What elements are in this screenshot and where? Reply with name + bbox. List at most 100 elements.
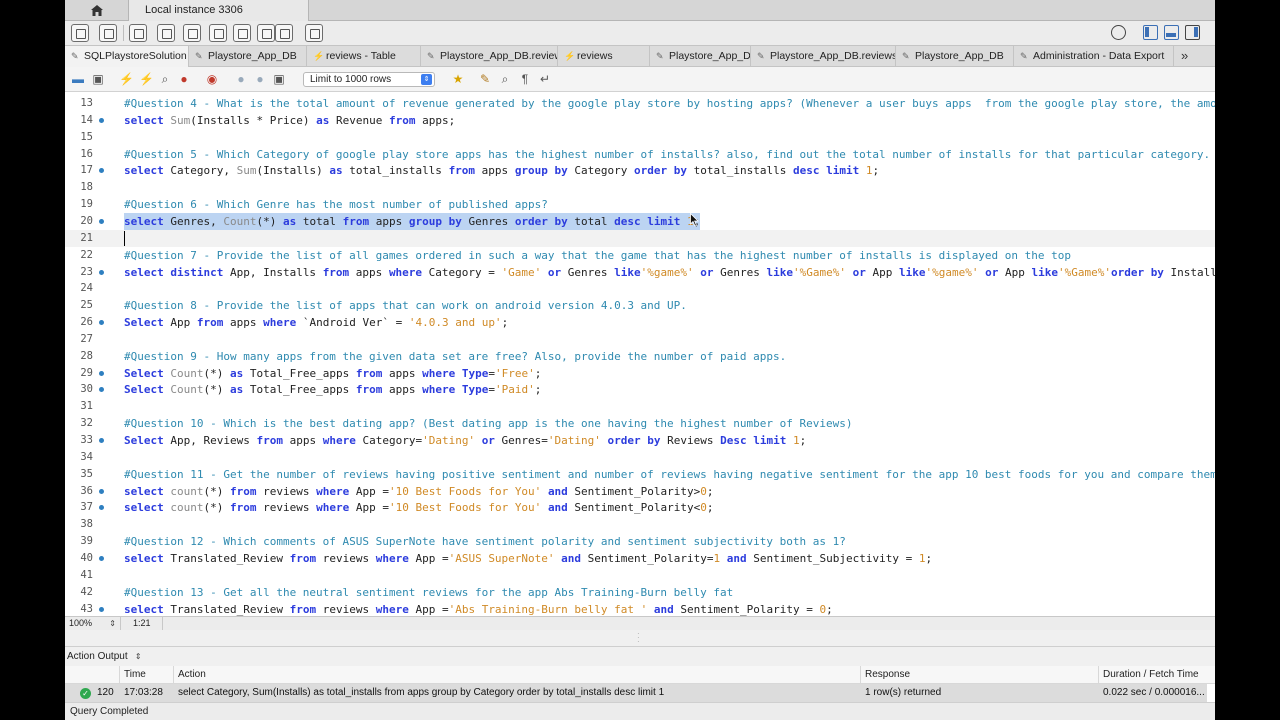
zoom-select[interactable]: 100% ⇕ (69, 617, 121, 630)
editor-tab[interactable]: ✎ Playstore_App_DB.reviews (421, 46, 558, 67)
code-token: apps (369, 214, 409, 228)
code-text: Select App from apps where `Android Ver`… (124, 314, 508, 331)
execute-current-icon[interactable]: ⚡ (139, 72, 154, 86)
editor-line[interactable]: 24 (65, 280, 1215, 297)
editor-tab[interactable]: ✎ SQLPlaystoreSolution (65, 46, 189, 67)
tabs-overflow-button[interactable]: » (1181, 46, 1188, 67)
editor-line[interactable]: 32 #Question 10 - Which is the best datin… (65, 415, 1215, 432)
sql-file-icon: ✎ (656, 51, 664, 61)
panel-splitter[interactable]: · · · (65, 630, 1215, 646)
editor-line[interactable]: 21 (65, 229, 1215, 247)
open-sql-script-icon[interactable] (99, 24, 117, 42)
settings-gear-icon[interactable] (1111, 25, 1126, 40)
invisible-chars-icon[interactable]: ¶ (518, 72, 532, 86)
editor-tab[interactable]: ✎ Playstore_App_DB (189, 46, 307, 67)
editor-line[interactable]: 35 #Question 11 - Get the number of revie… (65, 466, 1215, 483)
column-header-time[interactable]: Time (120, 666, 174, 684)
code-token: select (124, 551, 164, 565)
sql-editor[interactable]: 13 #Question 4 - What is the total amount… (65, 93, 1215, 616)
stop-icon[interactable]: ● (177, 72, 191, 86)
editor-tab[interactable]: ✎ Playstore_App_DB.reviews (751, 46, 896, 67)
editor-line[interactable]: 25 #Question 8 - Provide the list of apps… (65, 297, 1215, 314)
new-sql-tab-icon[interactable] (71, 24, 89, 42)
editor-line[interactable]: 27 (65, 331, 1215, 348)
code-token: total (567, 214, 615, 228)
main-toolbar (65, 21, 1215, 45)
editor-line[interactable]: 28 #Question 9 - How many apps from the g… (65, 348, 1215, 365)
connection-tab[interactable]: Local instance 3306 (129, 0, 309, 21)
editor-line[interactable]: 39 #Question 12 - Which comments of ASUS … (65, 533, 1215, 550)
code-token: 'Dating' (422, 434, 476, 447)
reconnect-icon[interactable] (305, 24, 323, 42)
editor-tab[interactable]: ✎ Administration - Data Export (1014, 46, 1174, 67)
code-token: where (422, 366, 456, 380)
toggle-sidebar-icon[interactable] (1143, 25, 1158, 40)
editor-line[interactable]: 14 select Sum(Installs * Price) as Revenu… (65, 112, 1215, 129)
line-number: 15 (80, 130, 93, 143)
editor-tab[interactable]: ✎ Playstore_App_DB (896, 46, 1014, 67)
editor-line[interactable]: 16 #Question 5 - Which Category of google… (65, 146, 1215, 163)
open-file-icon[interactable]: ▬ (71, 72, 85, 86)
create-function-icon[interactable] (257, 24, 275, 42)
wrap-lines-icon[interactable]: ↵ (538, 72, 552, 86)
editor-line[interactable]: 37 select count(*) from reviews where App… (65, 499, 1215, 516)
editor-line[interactable]: 13 #Question 4 - What is the total amount… (65, 95, 1215, 112)
beautify-icon[interactable]: ✎ (478, 72, 492, 86)
commit-icon[interactable]: ● (234, 72, 248, 86)
editor-line[interactable]: 22 #Question 7 - Provide the list of all … (65, 247, 1215, 264)
code-token: 0 (700, 484, 707, 498)
editor-line[interactable]: 19 #Question 6 - Which Genre has the most… (65, 196, 1215, 213)
toggle-secondary-sidebar-icon[interactable] (1185, 25, 1200, 40)
editor-tab[interactable]: ✎ Playstore_App_DB (650, 46, 751, 67)
code-token: where (422, 383, 456, 397)
editor-tab[interactable]: ⚡ reviews - Table (307, 46, 421, 67)
editor-line[interactable]: 29 Select Count(*) as Total_Free_apps fro… (65, 365, 1215, 382)
editor-line[interactable]: 40 select Translated_Review from reviews … (65, 550, 1215, 567)
home-tab[interactable] (65, 0, 129, 21)
editor-line[interactable]: 31 (65, 398, 1215, 415)
editor-line[interactable]: 38 (65, 516, 1215, 533)
editor-line[interactable]: 34 (65, 449, 1215, 466)
column-header-duration[interactable]: Duration / Fetch Time (1099, 666, 1215, 684)
column-header-action[interactable]: Action (174, 666, 861, 684)
autocommit-icon[interactable]: ▣ (272, 72, 286, 86)
search-table-data-icon[interactable] (275, 24, 293, 42)
editor-line[interactable]: 42 #Question 13 - Get all the neutral sen… (65, 584, 1215, 601)
editor-line[interactable]: 15 (65, 129, 1215, 146)
editor-tab[interactable]: ⚡ reviews (558, 46, 650, 67)
row-limit-select[interactable]: Limit to 1000 rows ⇕ (303, 72, 435, 87)
inspector-icon[interactable] (129, 24, 147, 42)
column-header-response[interactable]: Response (861, 666, 1099, 684)
create-table-icon[interactable] (183, 24, 201, 42)
toggle-continue-on-error-icon[interactable]: ◉ (205, 72, 219, 86)
code-token: from (256, 434, 283, 447)
code-text: select Genres, Count(*) as total from ap… (124, 212, 701, 230)
editor-line[interactable]: 43 select Translated_Review from reviews … (65, 601, 1215, 617)
toggle-output-panel-icon[interactable] (1164, 25, 1179, 40)
code-token: Total_Free_apps (243, 366, 356, 380)
create-schema-icon[interactable] (157, 24, 175, 42)
rollback-icon[interactable]: ● (253, 72, 267, 86)
editor-line[interactable]: 23 select distinct App, Installs from app… (65, 264, 1215, 281)
editor-line[interactable]: 33 Select App, Reviews from apps where Ca… (65, 432, 1215, 449)
code-token: as (282, 214, 297, 228)
editor-line[interactable]: 41 (65, 567, 1215, 584)
create-procedure-icon[interactable] (233, 24, 251, 42)
explain-icon[interactable]: ⌕ (158, 72, 172, 86)
editor-line[interactable]: 18 (65, 179, 1215, 196)
editor-line[interactable]: 26 Select App from apps where `Android Ve… (65, 314, 1215, 331)
code-token: (Installs * Price) (190, 113, 317, 127)
editor-line[interactable]: 30 Select Count(*) as Total_Free_apps fro… (65, 381, 1215, 398)
find-icon[interactable]: ⌕ (498, 72, 512, 86)
output-type-select[interactable]: Action Output ⇕ (67, 647, 142, 667)
editor-line[interactable]: 36 select count(*) from reviews where App… (65, 483, 1215, 500)
add-snippet-icon[interactable]: ★ (451, 72, 465, 86)
code-token: App = (349, 501, 389, 515)
editor-line[interactable]: 20 select Genres, Count(*) as total from … (65, 212, 1215, 230)
create-view-icon[interactable] (209, 24, 227, 42)
execute-icon[interactable]: ⚡ (119, 72, 134, 86)
table-edit-icon: ⚡ (564, 51, 576, 61)
editor-line[interactable]: 17 select Category, Sum(Installs) as tota… (65, 162, 1215, 179)
save-icon[interactable]: ▣ (91, 72, 105, 86)
